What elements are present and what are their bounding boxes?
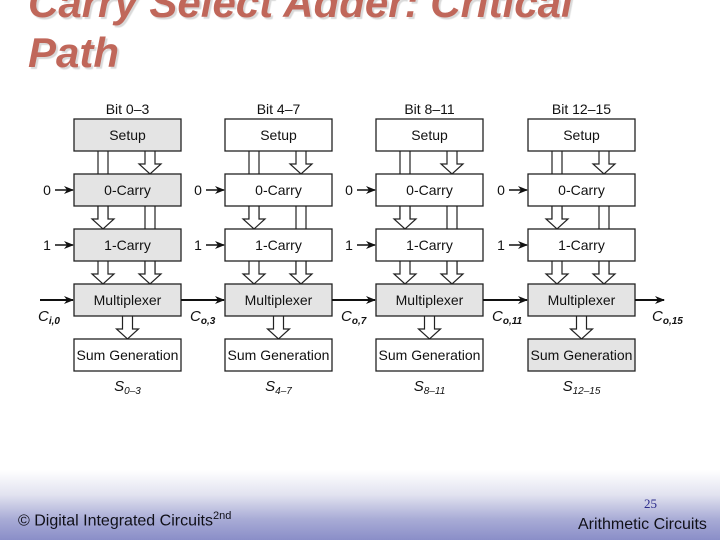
sum-output-subscript: 8–11 [424,386,446,397]
title-line-2: Path [28,29,120,76]
carry-signal-subscript: o,11 [503,316,523,327]
zero-carry-block-label: 0-Carry [255,182,302,198]
one-carry-block-label: 1-Carry [104,237,151,253]
carry-signal-label: Co,7 [341,308,367,327]
mux-to-sum-arrow [416,316,443,340]
sum-output-subscript: 4–7 [275,386,292,397]
multiplexer-block-label: Multiplexer [94,292,162,308]
carry-in-one-label: 1 [497,237,505,253]
zero-carry-block-label: 0-Carry [104,182,151,198]
one-carry-block-label: 1-Carry [406,237,453,253]
sum-output-label: S4–7 [265,378,292,397]
setup-to-0carry-arrow [137,151,163,175]
carry-in-one-label: 1 [194,237,202,253]
setup-to-0carry-arrow [439,151,465,175]
mux-to-sum-arrow [265,316,292,340]
one-carry-block-label: 1-Carry [255,237,302,253]
setup-to-1carry-arrow [241,206,267,230]
multiplexer-block-label: Multiplexer [245,292,313,308]
setup-block-label: Setup [411,127,448,143]
sum-generation-block-label: Sum Generation [531,347,633,363]
setup-block-label: Setup [109,127,146,143]
sum-generation-block-label: Sum Generation [228,347,330,363]
carry-signal-subscript: o,15 [663,316,683,327]
copyright-text: © Digital Integrated Circuits [18,512,213,530]
bit-range-label: Bit 4–7 [257,101,301,117]
sum-output-label: S8–11 [414,378,446,397]
section-title: Arithmetic Circuits [578,516,707,533]
sum-generation-block-label: Sum Generation [77,347,179,363]
0carry-to-mux-arrow [439,261,465,285]
carry-signal-subscript: o,7 [352,316,367,327]
1carry-to-mux-arrow [241,261,267,285]
sum-generation-block-label: Sum Generation [379,347,481,363]
setup-to-1carry-arrow [544,206,570,230]
0carry-to-mux-arrow [288,261,314,285]
1carry-to-mux-arrow [544,261,570,285]
carry-in-zero-label: 0 [345,182,353,198]
carry-signal-subscript: i,0 [49,316,61,327]
1carry-to-mux-arrow [392,261,418,285]
edition-superscript: 2nd [212,510,232,522]
slide-title: Carry Select Adder: Critical Path [28,0,573,78]
sum-output-subscript: 0–3 [124,386,141,397]
mux-to-sum-arrow [114,316,141,340]
carry-signal-label: Co,3 [190,308,216,327]
sum-output-subscript: 12–15 [573,386,601,397]
carry-in-one-label: 1 [345,237,353,253]
setup-to-1carry-arrow [392,206,418,230]
1carry-to-mux-arrow [90,261,116,285]
one-carry-block-label: 1-Carry [558,237,605,253]
footer-copyright: © Digital Integrated Circuits2nd [18,510,231,530]
0carry-to-mux-arrow [137,261,163,285]
carry-signal-label: Ci,0 [38,308,60,327]
multiplexer-block-label: Multiplexer [396,292,464,308]
sum-output-label: S0–3 [114,378,141,397]
carry-in-zero-label: 0 [194,182,202,198]
bit-range-label: Bit 12–15 [552,101,611,117]
title-line-1: Carry Select Adder: Critical [28,0,573,26]
mux-to-sum-arrow [568,316,595,340]
bit-range-label: Bit 8–11 [404,101,455,117]
zero-carry-block-label: 0-Carry [406,182,453,198]
carry-in-zero-label: 0 [43,182,51,198]
bit-range-label: Bit 0–3 [106,101,150,117]
setup-block-label: Setup [260,127,297,143]
setup-to-0carry-arrow [591,151,617,175]
sum-output-label: S12–15 [563,378,601,397]
carry-in-zero-label: 0 [497,182,505,198]
zero-carry-block-label: 0-Carry [558,182,605,198]
page-number: 25 [644,496,657,511]
carry-signal-label: Co,15 [652,308,683,327]
carry-in-one-label: 1 [43,237,51,253]
setup-to-1carry-arrow [90,206,116,230]
carry-signal-label: Co,11 [492,308,523,327]
0carry-to-mux-arrow [591,261,617,285]
carry-signal-subscript: o,3 [201,316,216,327]
setup-to-0carry-arrow [288,151,314,175]
carry-select-adder-diagram: Bit 0–3 Setup 0-Carry 1-Carry Multiplexer Sum… [38,101,683,397]
multiplexer-block-label: Multiplexer [548,292,616,308]
setup-block-label: Setup [563,127,600,143]
